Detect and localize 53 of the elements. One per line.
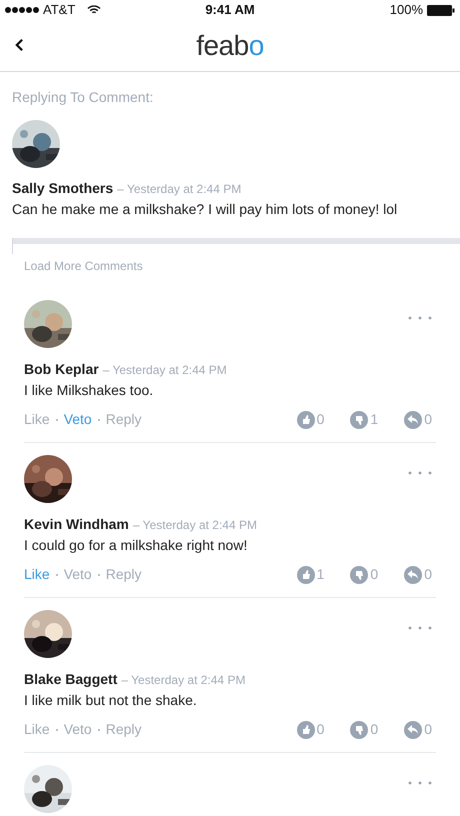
author-name[interactable]: Blake Baggett <box>24 669 118 689</box>
thumb-down-icon[interactable] <box>350 410 368 428</box>
thumb-up-icon[interactable] <box>296 410 315 428</box>
more-icon[interactable] <box>408 316 432 320</box>
more-icon[interactable] <box>408 626 432 630</box>
action-link[interactable]: Veto <box>64 719 92 740</box>
comment-time: – Yesterday at 2:44 PM <box>121 672 246 689</box>
wifi-icon <box>87 5 102 15</box>
action-link[interactable]: Like <box>24 564 50 585</box>
comment-time: – Yesterday at 2:44 PM <box>117 181 242 198</box>
battery-icon <box>427 4 455 16</box>
more-icon[interactable] <box>408 781 432 785</box>
author-name[interactable]: Sally Smothers <box>12 178 114 198</box>
action-link[interactable]: Veto <box>64 564 92 585</box>
carrier-text: AT&T <box>43 1 76 20</box>
action-link[interactable]: Reply <box>106 409 142 430</box>
app-logo: feabo <box>196 28 264 62</box>
reply-icon[interactable] <box>404 566 422 584</box>
thumb-up-icon[interactable] <box>296 566 315 584</box>
comment-time: – Yesterday at 2:44 PM <box>132 517 257 534</box>
comment-text: I could go for a milkshake right now! <box>24 536 248 555</box>
thumb-up-icon[interactable] <box>296 720 315 738</box>
comment-text: I like Milkshakes too. <box>24 381 154 400</box>
stat-count: 0 <box>316 410 324 429</box>
stat-count: 0 <box>424 720 432 739</box>
comment-time: – Yesterday at 2:44 PM <box>102 362 227 379</box>
chevron-left-icon <box>14 38 24 52</box>
action-link[interactable]: Like <box>24 719 50 740</box>
reply-icon[interactable] <box>404 720 422 738</box>
section-label: Replying To Comment: <box>12 88 154 107</box>
action-link[interactable]: Veto <box>64 409 92 430</box>
thumb-down-icon[interactable] <box>350 566 368 584</box>
clock-text: 9:41 AM <box>205 1 255 20</box>
action-link[interactable]: Reply <box>106 564 142 585</box>
stat-count: 0 <box>316 720 324 739</box>
comment-text: Can he make me a milkshake? I will pay him lots of money! lol <box>12 200 398 219</box>
action-link[interactable]: Like <box>24 409 50 430</box>
stat-count: 0 <box>370 720 378 739</box>
author-name[interactable]: Kevin Windham <box>24 514 129 534</box>
signal-icon <box>5 7 39 13</box>
stat-count: 0 <box>424 410 432 429</box>
thumb-down-icon[interactable] <box>350 720 368 738</box>
comment-text: I like milk but not the shake. <box>24 691 198 710</box>
more-icon[interactable] <box>408 471 432 475</box>
action-link[interactable]: Reply <box>106 719 142 740</box>
load-more-link[interactable]: Load More Comments <box>24 257 143 275</box>
stat-count: 0 <box>424 565 432 584</box>
stat-count: 0 <box>370 565 378 584</box>
battery-text: 100% <box>390 1 423 20</box>
author-name[interactable]: Bob Keplar <box>24 359 99 379</box>
reply-icon[interactable] <box>404 410 422 428</box>
stat-count: 1 <box>316 565 324 584</box>
stat-count: 1 <box>370 410 378 429</box>
